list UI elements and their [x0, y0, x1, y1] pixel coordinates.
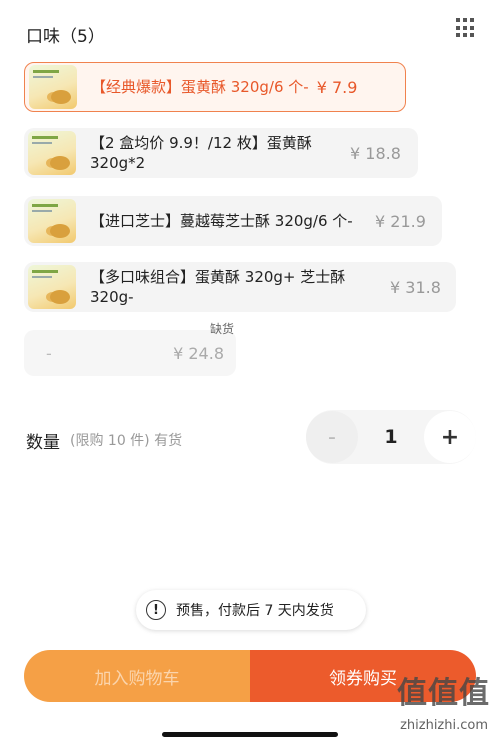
add-to-cart-button[interactable]: 加入购物车	[24, 650, 250, 702]
flavor-option[interactable]: 【进口芝士】蔓越莓芝士酥 320g/6 个- ¥ 21.9	[24, 196, 442, 246]
product-thumbnail	[29, 65, 77, 109]
quantity-value: 1	[384, 426, 398, 448]
flavor-option[interactable]: 【2 盒均价 9.9！/12 枚】蛋黄酥 320g*2 ¥ 18.8	[24, 128, 418, 178]
presale-notice-text: 预售，付款后 7 天内发货	[176, 603, 334, 619]
quantity-limit-note: (限购 10 件) 有货	[70, 433, 183, 449]
product-thumbnail	[28, 131, 76, 175]
option-price: ¥ 7.9	[316, 77, 358, 97]
option-price: ¥ 21.9	[375, 211, 426, 231]
option-price: ¥ 31.8	[390, 277, 441, 297]
option-name: 【进口芝士】蔓越莓芝士酥 320g/6 个-	[90, 212, 353, 230]
watermark-url: zhizhizhi.com	[400, 718, 488, 733]
product-thumbnail	[28, 265, 76, 309]
info-icon: !	[146, 600, 166, 620]
watermark-logo: 值值值	[397, 676, 490, 711]
flavor-option-out-of-stock[interactable]: - ¥ 24.8	[24, 330, 236, 376]
quantity-stepper: - 1 +	[306, 410, 476, 464]
flavor-option[interactable]: 【多口味组合】蛋黄酥 320g+ 芝士酥 320g- ¥ 31.8	[24, 262, 456, 312]
option-name: -	[46, 343, 52, 363]
option-name: 【2 盒均价 9.9！/12 枚】蛋黄酥 320g*2	[90, 134, 312, 172]
flavor-title: 口味（5）	[26, 27, 105, 47]
grid-view-icon[interactable]	[456, 18, 476, 38]
product-thumbnail	[28, 199, 76, 243]
quantity-label: 数量	[26, 433, 60, 453]
increase-button[interactable]: +	[424, 411, 476, 463]
presale-notice: ! 预售，付款后 7 天内发货	[136, 590, 366, 630]
out-of-stock-badge: 缺货	[210, 322, 235, 336]
option-name: 【多口味组合】蛋黄酥 320g+ 芝士酥 320g-	[90, 268, 346, 306]
flavor-option-selected[interactable]: 【经典爆款】蛋黄酥 320g/6 个- ¥ 7.9	[24, 62, 406, 112]
option-price: ¥ 24.8	[173, 343, 224, 363]
option-price: ¥ 18.8	[350, 143, 401, 163]
decrease-button[interactable]: -	[306, 411, 358, 463]
home-indicator[interactable]	[162, 732, 338, 737]
option-name: 【经典爆款】蛋黄酥 320g/6 个-	[91, 78, 309, 96]
